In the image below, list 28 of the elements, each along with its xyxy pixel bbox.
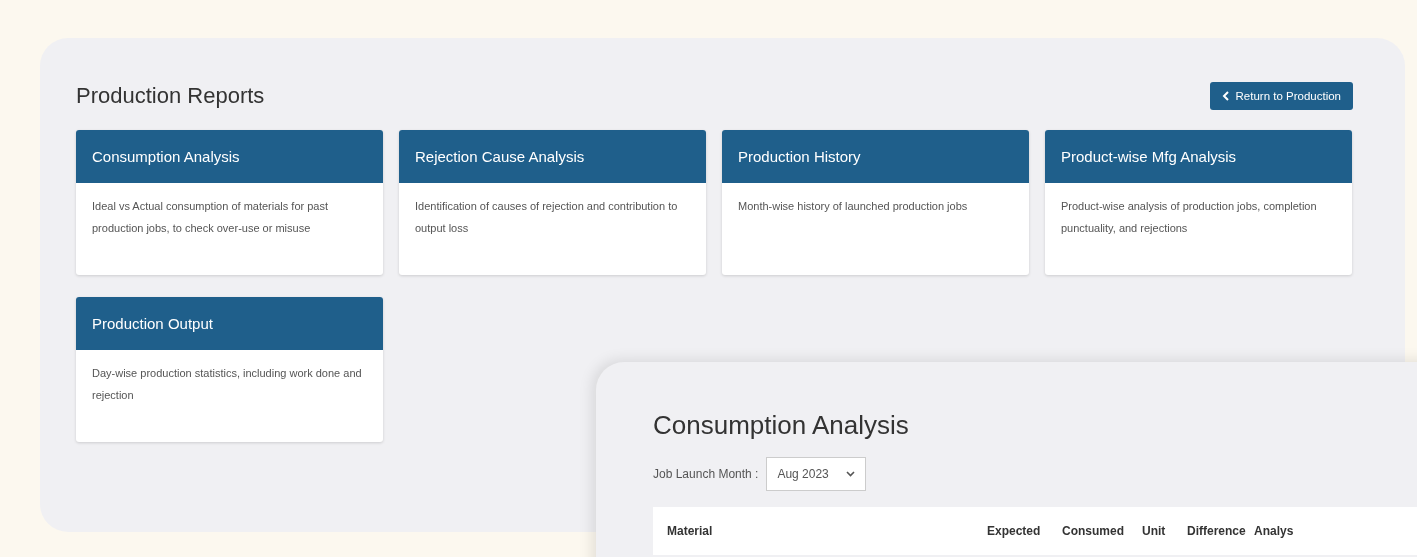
chevron-down-icon [846, 471, 856, 477]
filter-label: Job Launch Month : [653, 467, 759, 481]
card-title: Product-wise Mfg Analysis [1045, 130, 1352, 183]
report-card[interactable]: Consumption Analysis Ideal vs Actual consumption of materials for past production jobs, to check over-use or misuse [76, 130, 383, 275]
card-description: Ideal vs Actual consumption of materials for past production jobs, to check over-use or misuse [91, 199, 329, 236]
card-title: Production Output [76, 297, 383, 350]
card-description: Month-wise history of launched production jobs [737, 199, 969, 214]
page-title: Production Reports [76, 83, 265, 109]
card-title: Production History [722, 130, 1029, 183]
report-card[interactable]: Production History Month-wise history of launched production jobs [722, 130, 1029, 275]
column-header: Difference [1187, 524, 1247, 538]
report-card[interactable]: Product-wise Mfg Analysis Product-wise analysis of production jobs, completion punctuality, and rejections [1045, 130, 1352, 275]
column-header: Analys [1254, 524, 1295, 538]
column-header: Expected [987, 524, 1042, 538]
card-title: Rejection Cause Analysis [399, 130, 706, 183]
analysis-title: Consumption Analysis [653, 410, 910, 441]
report-card[interactable]: Rejection Cause Analysis Identification of causes of rejection and contribution to output loss [399, 130, 706, 275]
chevron-left-icon [1221, 91, 1230, 101]
column-header: Consumed [1062, 524, 1125, 538]
card-description: Product-wise analysis of production jobs, completion punctuality, and rejections [1060, 199, 1318, 236]
card-description: Identification of causes of rejection and contribution to output loss [414, 199, 679, 236]
card-description: Day-wise production statistics, including work done and rejection [91, 366, 363, 403]
month-select[interactable]: Aug 2023 [766, 457, 867, 491]
column-header: Unit [1142, 524, 1167, 538]
report-card[interactable]: Production Output Day-wise production statistics, including work done and rejection [76, 297, 383, 442]
return-button[interactable]: Return to Production [1209, 82, 1353, 110]
card-title: Consumption Analysis [76, 130, 383, 183]
column-header: Material [667, 524, 714, 538]
